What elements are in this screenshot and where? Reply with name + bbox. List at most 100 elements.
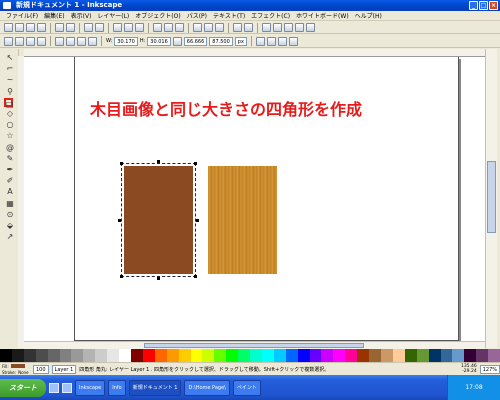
resize-handle-w[interactable]: [118, 219, 121, 222]
palette-swatch[interactable]: [178, 349, 191, 362]
palette-swatch[interactable]: [35, 349, 48, 362]
undo-icon[interactable]: [84, 23, 93, 32]
fill-swatch[interactable]: [10, 364, 25, 368]
rotate-ccw-icon[interactable]: [4, 36, 13, 46]
zoom-field[interactable]: 87.500: [209, 36, 233, 46]
palette-swatch[interactable]: [261, 349, 274, 362]
palette-swatch[interactable]: [488, 349, 500, 362]
move-gradient-icon[interactable]: [277, 36, 287, 46]
palette-swatch[interactable]: [226, 349, 239, 362]
menu-whiteboard[interactable]: ホワイトボード(W): [296, 11, 349, 20]
import-icon[interactable]: [55, 23, 64, 32]
lower-bottom-icon[interactable]: [88, 36, 97, 46]
duplicate-icon[interactable]: [193, 23, 202, 32]
maximize-button[interactable]: □: [479, 1, 488, 10]
palette-swatch[interactable]: [71, 349, 84, 362]
layer-select[interactable]: Layer 1: [51, 364, 77, 374]
palette-swatch[interactable]: [95, 349, 108, 362]
palette-swatch[interactable]: [59, 349, 72, 362]
copy-icon[interactable]: [113, 23, 122, 32]
palette-swatch[interactable]: [166, 349, 179, 362]
spiral-icon[interactable]: @: [5, 143, 15, 152]
palette-swatch[interactable]: [428, 349, 441, 362]
paint-bucket-icon[interactable]: ⬙: [5, 221, 15, 230]
menu-edit[interactable]: 編集(E): [44, 11, 64, 20]
lock-icon[interactable]: [172, 36, 182, 46]
menu-view[interactable]: 表示(V): [71, 11, 92, 20]
ellipse-icon[interactable]: ○: [5, 120, 15, 129]
vertical-scrollbar[interactable]: [485, 49, 497, 348]
w-field[interactable]: 30.170: [114, 36, 138, 46]
taskbar-item-paint[interactable]: ペイント: [232, 379, 261, 396]
palette-swatch[interactable]: [285, 349, 298, 362]
wood-texture-image[interactable]: [208, 166, 277, 274]
raise-top-icon[interactable]: [55, 36, 64, 46]
taskbar-item-inkscape[interactable]: Inkscape: [75, 379, 106, 396]
width-field[interactable]: 66.666: [183, 36, 208, 46]
horizontal-ruler[interactable]: [24, 49, 486, 57]
node-icon[interactable]: ⌐: [5, 64, 15, 73]
taskbar-item-document[interactable]: 新規ドキュメント 1: [128, 379, 182, 396]
minimize-button[interactable]: _: [469, 1, 478, 10]
palette-swatch[interactable]: [297, 349, 310, 362]
menu-object[interactable]: オブジェクト(O): [135, 11, 180, 20]
palette-swatch[interactable]: [202, 349, 215, 362]
star-icon[interactable]: ☆: [5, 131, 15, 140]
raise-icon[interactable]: [66, 36, 75, 46]
start-button[interactable]: スタート: [0, 378, 46, 397]
palette-swatch[interactable]: [333, 349, 346, 362]
new-icon[interactable]: [4, 23, 13, 32]
zoom-page-icon[interactable]: [175, 23, 184, 32]
tweak-icon[interactable]: ~: [5, 75, 15, 84]
cut-icon[interactable]: [124, 23, 133, 32]
palette-swatch[interactable]: [416, 349, 429, 362]
menu-help[interactable]: ヘルプ(H): [355, 11, 382, 20]
move-pattern-icon[interactable]: [288, 36, 298, 46]
flip-v-icon[interactable]: [37, 36, 46, 46]
rotate-cw-icon[interactable]: [15, 36, 24, 46]
palette-swatch[interactable]: [464, 349, 477, 362]
paste-icon[interactable]: [135, 23, 144, 32]
palette-swatch[interactable]: [0, 349, 12, 362]
palette-swatch[interactable]: [392, 349, 405, 362]
box3d-icon[interactable]: ◇: [5, 109, 15, 118]
preferences-icon[interactable]: [306, 23, 315, 32]
h-field[interactable]: 30.016: [147, 36, 171, 46]
unit-select[interactable]: px: [234, 36, 247, 46]
unlink-clone-icon[interactable]: [215, 23, 224, 32]
select-icon[interactable]: ↖: [5, 53, 15, 62]
menu-file[interactable]: ファイル(F): [6, 11, 38, 20]
quick-launch-icon[interactable]: [49, 382, 59, 393]
palette-swatch[interactable]: [23, 349, 36, 362]
calligraphy-icon[interactable]: ✐: [5, 176, 15, 185]
menu-path[interactable]: パス(P): [187, 11, 207, 20]
resize-handle-s[interactable]: [157, 277, 160, 280]
zoom-icon[interactable]: ⚲: [5, 87, 15, 96]
menu-layer[interactable]: レイヤー(L): [97, 11, 129, 20]
horizontal-scrollbar[interactable]: [24, 341, 485, 349]
quick-launch-icon[interactable]: [62, 382, 72, 393]
palette-swatch[interactable]: [381, 349, 393, 362]
print-icon[interactable]: [37, 23, 46, 32]
lower-icon[interactable]: [77, 36, 86, 46]
export-icon[interactable]: [66, 23, 75, 32]
rectangle-icon[interactable]: □: [4, 97, 14, 109]
resize-handle-se[interactable]: [194, 275, 197, 278]
opacity-field[interactable]: 100: [33, 364, 49, 374]
flip-h-icon[interactable]: [26, 36, 35, 46]
palette-swatch[interactable]: [190, 349, 203, 362]
gradient-icon[interactable]: ▦: [5, 199, 15, 208]
text-icon[interactable]: A: [5, 187, 15, 196]
palette-swatch[interactable]: [11, 349, 24, 362]
zoom-selection-icon[interactable]: [153, 23, 162, 32]
palette-swatch[interactable]: [321, 349, 334, 362]
taskbar-item-folder[interactable]: D:\Home Page\: [184, 379, 230, 396]
palette-swatch[interactable]: [214, 349, 227, 362]
palette-swatch[interactable]: [345, 349, 358, 362]
palette-swatch[interactable]: [47, 349, 60, 362]
resize-handle-ne[interactable]: [194, 162, 197, 165]
palette-swatch[interactable]: [238, 349, 251, 362]
vertical-scroll-thumb[interactable]: [487, 161, 496, 233]
resize-handle-n[interactable]: [157, 160, 160, 163]
menu-text[interactable]: テキスト(T): [213, 11, 245, 20]
